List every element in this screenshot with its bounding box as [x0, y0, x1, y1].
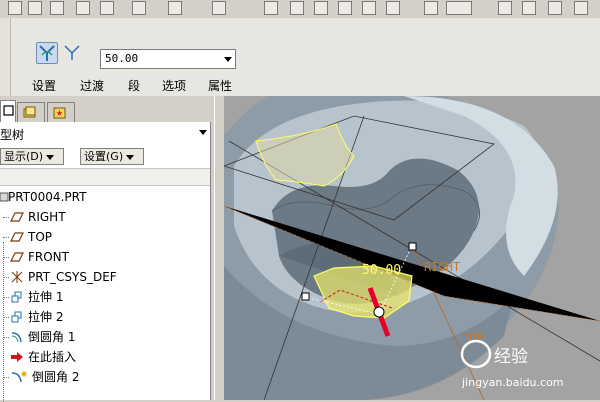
datum-plane-icon: [10, 252, 24, 262]
tree-connector: [3, 237, 9, 238]
toolbar-icon[interactable]: [76, 1, 90, 15]
redo-icon[interactable]: [212, 1, 226, 15]
tree-item-label: 倒圆角 2: [32, 370, 80, 384]
tree-item-label: PRT0004.PRT: [8, 190, 87, 204]
datum-display-icon[interactable]: [574, 1, 588, 15]
watermark-url: jingyan.baidu.com: [461, 376, 564, 389]
tree-connector: [3, 217, 9, 218]
toolbar-icon[interactable]: [100, 1, 114, 15]
toolbar-icon[interactable]: [362, 1, 376, 15]
model-canvas: 50.00 RIGHT TOP 经验 jingyan.baidu.com: [224, 96, 600, 400]
extrude-icon: [11, 311, 22, 323]
view-icon[interactable]: [424, 1, 438, 15]
round-new-icon: [11, 371, 27, 383]
csys-icon: [11, 271, 23, 283]
round-icon: [11, 332, 22, 343]
tree-item-label: PRT_CSYS_DEF: [28, 270, 117, 284]
datum-display-icon[interactable]: [498, 1, 512, 15]
tab-transitions[interactable]: 过渡: [80, 77, 104, 94]
tree-item-label: 在此插入: [28, 350, 77, 364]
dashboard-edge: [0, 18, 11, 96]
settings-menu-button[interactable]: 设置(G): [80, 148, 144, 165]
watermark-text: 经验: [494, 347, 528, 367]
tree-header-bar: [0, 168, 210, 186]
chevron-down-icon[interactable]: [199, 130, 207, 135]
tree-item-label: 拉伸 2: [28, 310, 64, 324]
tree-icon: [3, 105, 14, 116]
tree-item-label: 倒圆角 1: [28, 330, 76, 344]
tab-folder-browser[interactable]: [17, 102, 45, 122]
folder-icon: [23, 106, 36, 118]
tree-connector: [3, 277, 9, 278]
navigator-panel: 型树 显示(D) 设置(G) PRT0004.PRT RIGHT TOP FRO…: [0, 96, 214, 402]
tree-item-label: RIGHT: [28, 210, 66, 224]
toolbar-icon[interactable]: [290, 1, 304, 15]
favorites-folder-icon: [53, 107, 66, 119]
save-icon[interactable]: [50, 1, 64, 15]
transition-icon: [64, 45, 80, 60]
datum-display-icon[interactable]: [522, 1, 536, 15]
round-dashboard: 50.00 设置 过渡 段 选项 属性: [0, 18, 600, 97]
tab-pieces[interactable]: 段: [128, 77, 140, 94]
drag-handle[interactable]: [301, 292, 310, 301]
radius-value-text: 50.00: [105, 52, 139, 65]
drag-handle[interactable]: [408, 242, 417, 251]
tree-connector: [3, 297, 9, 298]
print-icon[interactable]: [132, 1, 146, 15]
round-set-mode-button[interactable]: [36, 42, 58, 64]
tree-guide-line: [3, 242, 4, 402]
tab-properties[interactable]: 属性: [208, 77, 232, 94]
toolbar-icon[interactable]: [264, 1, 278, 15]
toolbar-icon[interactable]: [28, 1, 42, 15]
tree-item-label: 拉伸 1: [28, 290, 64, 304]
toolbar-icon[interactable]: [314, 1, 328, 15]
graphics-viewport[interactable]: 50.00 RIGHT TOP 经验 jingyan.baidu.com: [224, 96, 600, 400]
anchor-point[interactable]: [373, 306, 385, 318]
toolbar-icon[interactable]: [386, 1, 400, 15]
settings-menu-label: 设置(G): [84, 150, 124, 163]
datum-plane-icon: [10, 232, 24, 242]
tree-connector: [3, 317, 9, 318]
tree-item-label: TOP: [28, 230, 53, 244]
datum-label-right: RIGHT: [424, 260, 460, 274]
show-menu-button[interactable]: 显示(D): [0, 148, 64, 165]
round-set-icon: [39, 45, 55, 61]
tab-sets[interactable]: 设置: [32, 77, 56, 94]
chevron-down-icon[interactable]: [224, 57, 232, 62]
extrude-icon: [11, 291, 22, 303]
toolbar-icon[interactable]: [8, 1, 22, 15]
chevron-down-icon: [46, 154, 55, 160]
display-style-icon[interactable]: [446, 1, 472, 15]
datum-plane-icon: [10, 212, 24, 222]
tab-favorites[interactable]: [47, 102, 75, 122]
model-tree-title: 型树: [0, 128, 25, 142]
show-menu-label: 显示(D): [4, 150, 44, 163]
radius-value-select[interactable]: 50.00: [100, 49, 236, 69]
radius-dimension-label[interactable]: 50.00: [362, 263, 401, 278]
transition-mode-button[interactable]: [62, 42, 84, 64]
tab-options[interactable]: 选项: [162, 77, 186, 94]
toolbar-icon[interactable]: [338, 1, 352, 15]
undo-icon[interactable]: [168, 1, 182, 15]
main-toolbar: [0, 0, 600, 19]
tree-connector: [3, 257, 9, 258]
tree-connector: [3, 377, 9, 378]
insert-arrow-icon: [11, 352, 23, 362]
tree-item-label: FRONT: [28, 250, 69, 264]
model-tree: 型树 显示(D) 设置(G) PRT0004.PRT RIGHT TOP FRO…: [0, 122, 211, 402]
tree-connector: [3, 337, 9, 338]
datum-display-icon[interactable]: [548, 1, 562, 15]
tab-model-tree[interactable]: [0, 100, 16, 123]
chevron-down-icon: [126, 154, 135, 160]
